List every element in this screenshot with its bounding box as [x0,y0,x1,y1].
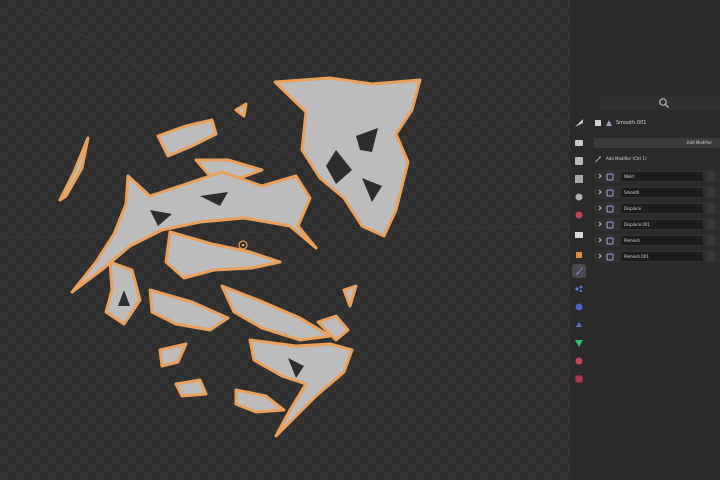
modifier-panel[interactable]: Smooth [594,186,720,199]
object-icon[interactable] [572,248,586,262]
physics-icon[interactable] [572,300,586,314]
mesh-fragment[interactable] [156,118,218,158]
modifier-toggle[interactable] [707,172,715,181]
modifier-type-icon [606,173,614,181]
collection-icon[interactable] [572,228,586,242]
modifier-panel[interactable]: Remesh.001 [594,250,720,263]
modifier-toggle[interactable] [707,188,715,197]
modifier-type-icon [606,253,614,261]
object-name-label: Smooth.001 [616,120,647,126]
texture-icon[interactable] [572,372,586,386]
modifier-type-icon [606,205,614,213]
scene-icon[interactable] [572,190,586,204]
mesh-fragment[interactable] [58,136,90,202]
tool-icon[interactable] [572,116,586,130]
mesh-fragment[interactable] [220,284,332,342]
grid-line [379,117,570,129]
modifier-edit-row: Add Modifier (Ctrl 1) [592,154,720,164]
world-icon[interactable] [572,208,586,222]
modifier-toggle[interactable] [707,236,715,245]
constraints-icon[interactable] [572,318,586,332]
mesh-fragment[interactable] [234,102,248,118]
modifier-type-icon [606,237,614,245]
chevron-right-icon[interactable] [597,221,603,227]
mesh-fragment[interactable] [148,288,230,332]
pin-icon[interactable] [594,119,602,127]
view-layer-icon[interactable] [572,172,586,186]
object-origin-icon[interactable] [238,240,248,250]
3d-viewport[interactable] [0,0,570,480]
modifier-name-field[interactable]: Displace [621,204,703,213]
chevron-right-icon[interactable] [597,253,603,259]
mesh-fragment[interactable] [248,338,354,438]
search-icon[interactable] [658,97,670,109]
modifier-type-icon [606,221,614,229]
add-modifier-button[interactable]: Add Modifier [594,138,720,148]
mesh-canvas[interactable] [0,0,570,480]
chevron-right-icon[interactable] [597,189,603,195]
modifier-panel[interactable]: Displace.001 [594,218,720,231]
output-icon[interactable] [572,154,586,168]
modifier-name-field[interactable]: Smooth [621,188,703,197]
mesh-fragment[interactable] [234,388,286,414]
wrench-icon [595,156,601,162]
modifier-edit-label: Add Modifier (Ctrl 1) [606,156,647,161]
mesh-data-icon [606,120,612,126]
fragmented-mesh-object[interactable] [58,76,422,438]
chevron-right-icon[interactable] [597,205,603,211]
modifier-icon[interactable] [572,264,586,278]
modifier-name-field[interactable]: Weld [621,172,703,181]
properties-tab-bar [572,96,588,396]
modifier-panel[interactable]: Remesh [594,234,720,247]
chevron-right-icon[interactable] [597,173,603,179]
x-axis-line [0,225,570,239]
modifier-panel[interactable]: Weld [594,170,720,183]
data-icon[interactable] [572,336,586,350]
particles-icon[interactable] [572,282,586,296]
mesh-fragment[interactable] [174,378,208,398]
modifier-name-field[interactable]: Remesh [621,236,703,245]
modifier-toggle[interactable] [707,204,715,213]
mesh-fragment[interactable] [158,342,188,368]
modifier-toggle[interactable] [707,220,715,229]
material-icon[interactable] [572,354,586,368]
properties-header: Smooth.001 [590,116,720,130]
mesh-fragment[interactable] [342,284,358,308]
chevron-right-icon[interactable] [597,237,603,243]
modifier-name-field[interactable]: Remesh.001 [621,252,703,261]
modifier-name-field[interactable]: Displace.001 [621,220,703,229]
modifier-type-icon [606,189,614,197]
mesh-fragment[interactable] [164,230,282,280]
modifier-toggle[interactable] [707,252,715,261]
render-icon[interactable] [572,136,586,150]
modifier-panel[interactable]: Displace [594,202,720,215]
